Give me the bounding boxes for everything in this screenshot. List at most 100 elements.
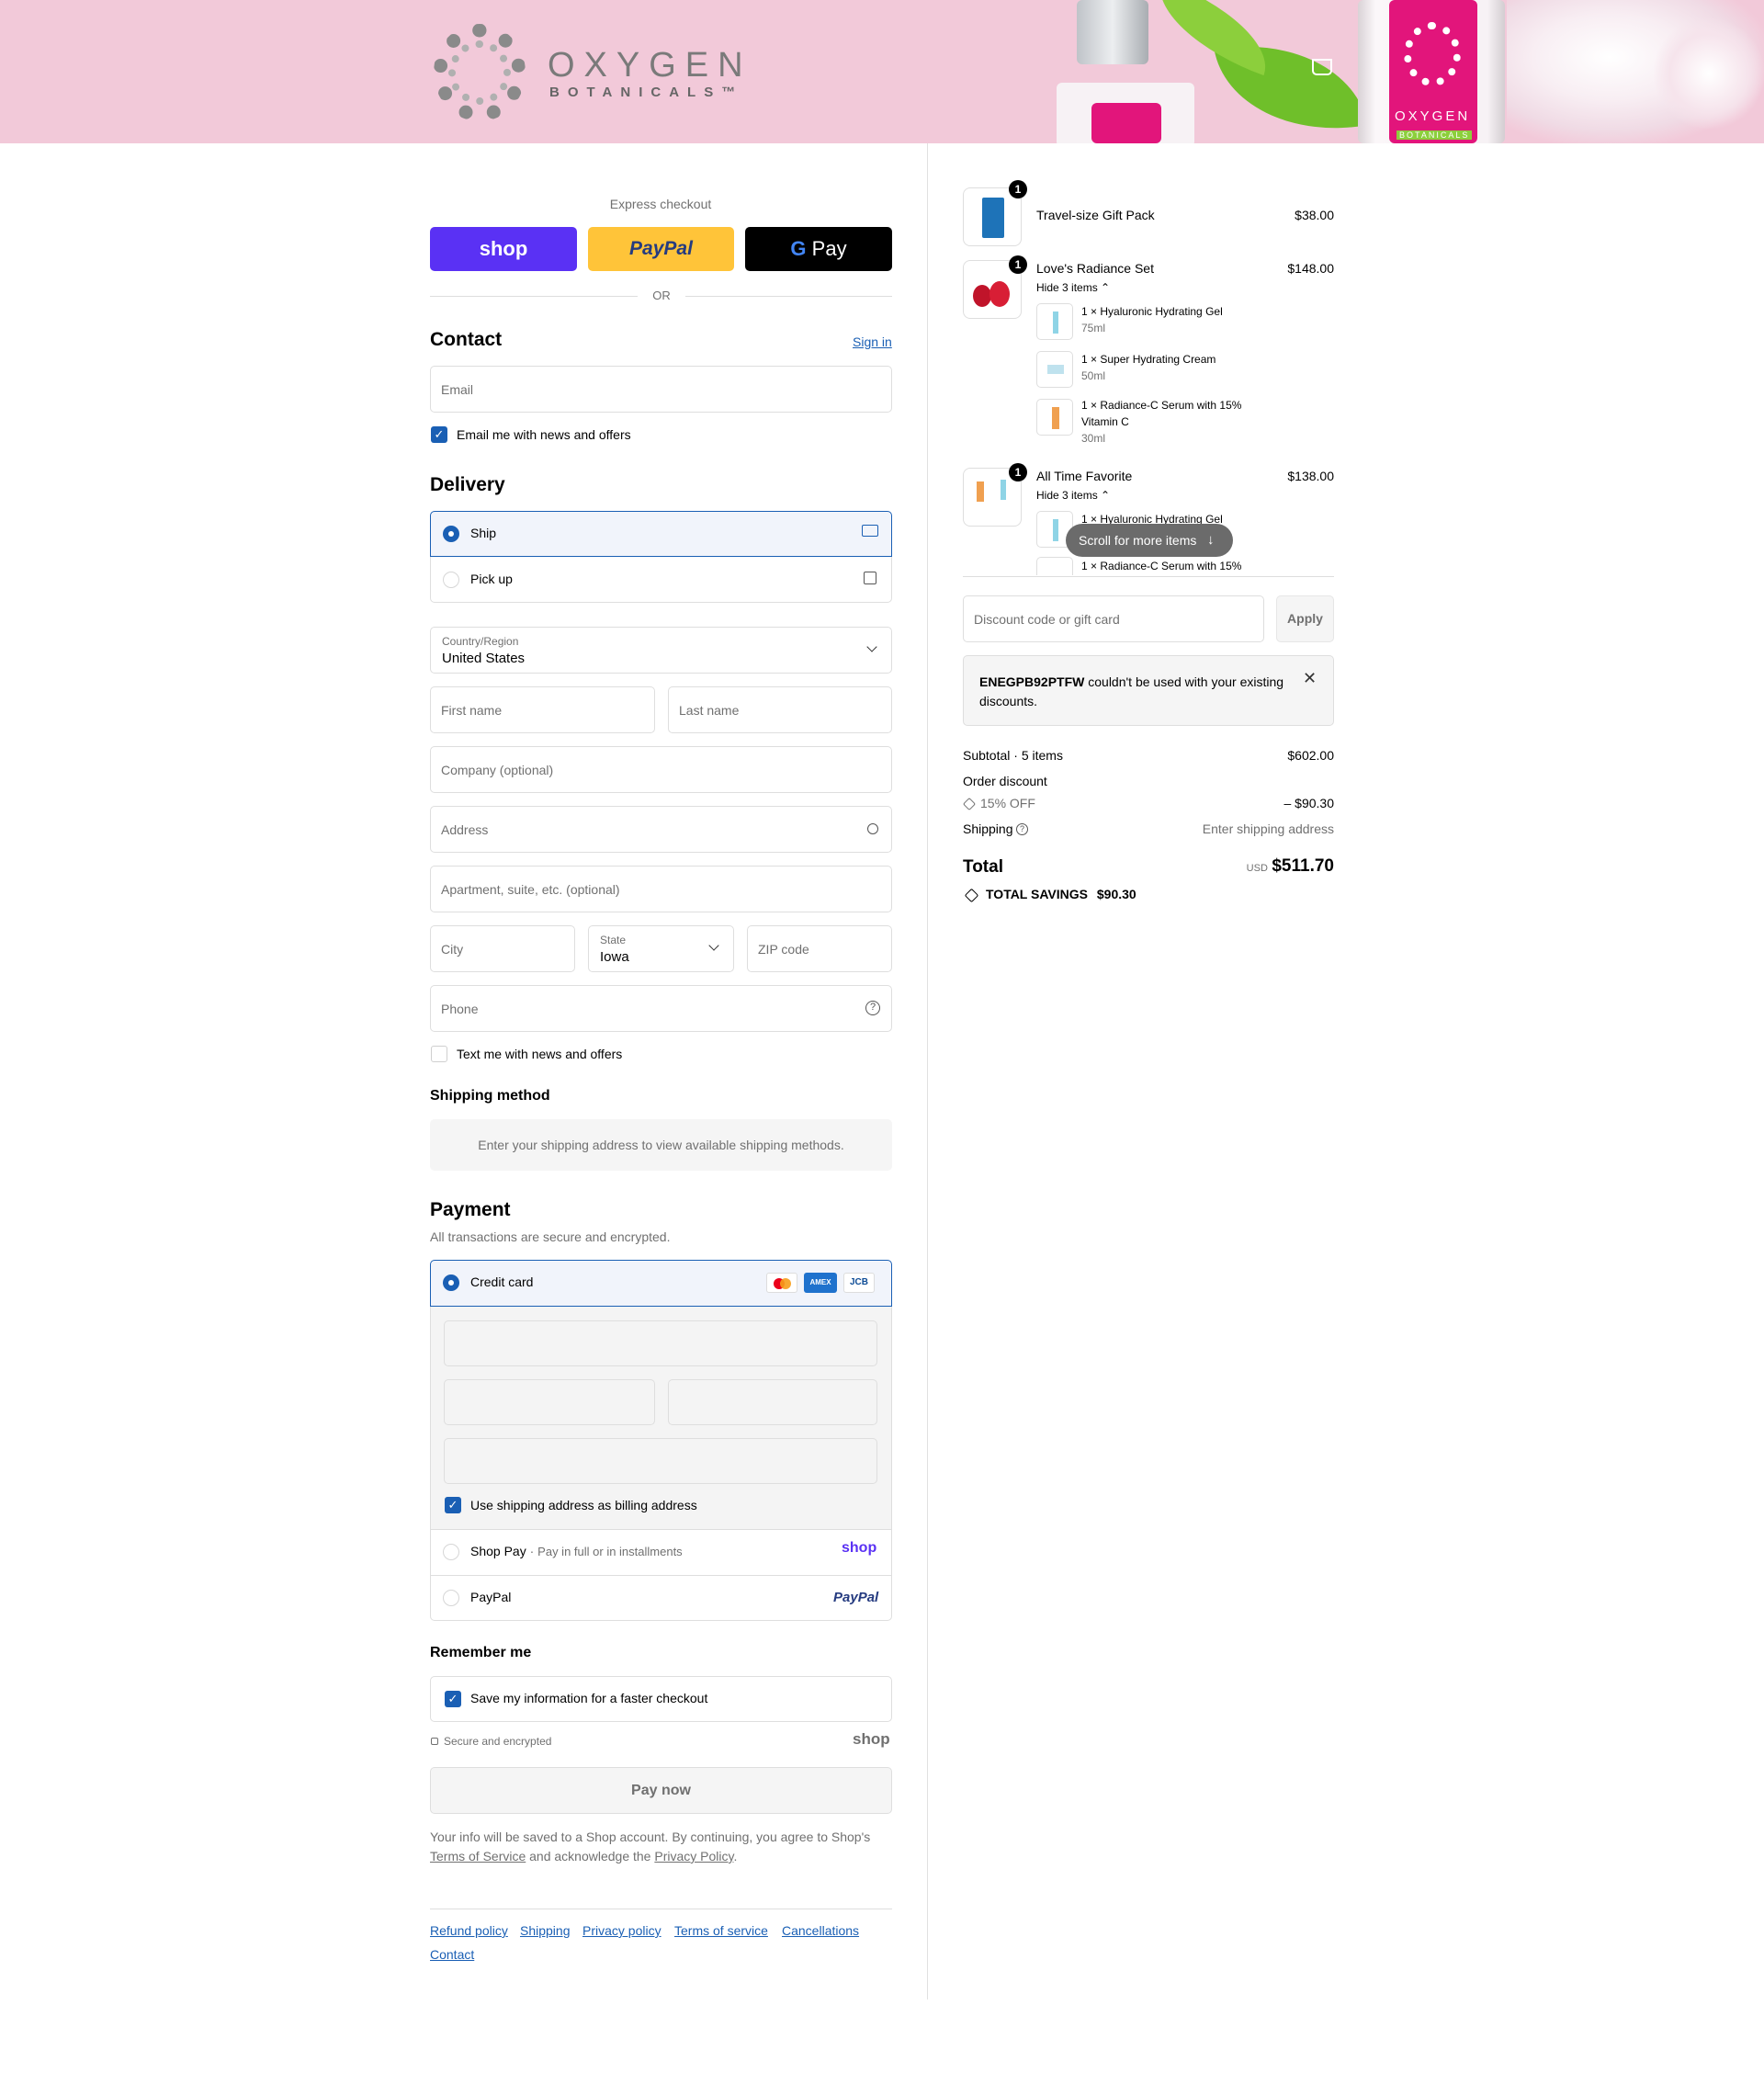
chevron-up-icon: ⌃	[1101, 489, 1111, 502]
brand-subname: BOTANICALS™	[549, 85, 744, 100]
credit-card-radio[interactable]	[443, 1274, 459, 1291]
phone-field[interactable]: Phone ?	[430, 985, 892, 1032]
paypal-radio[interactable]	[443, 1590, 459, 1606]
footer-refund-policy-link[interactable]: Refund policy	[430, 1923, 508, 1938]
card-expiry-field[interactable]	[444, 1379, 655, 1425]
pickup-radio[interactable]	[443, 572, 459, 588]
last-name-placeholder: Last name	[679, 702, 740, 718]
country-value: United States	[442, 651, 526, 666]
card-cvv-field[interactable]	[668, 1379, 877, 1425]
subitem-name: 1 × Super Hydrating Cream	[1081, 353, 1216, 366]
banner-bottle-pink-label	[1091, 103, 1161, 143]
first-name-field[interactable]: First name	[430, 686, 655, 733]
shop-pay-title: Shop Pay	[470, 1544, 526, 1558]
last-name-field[interactable]: Last name	[668, 686, 892, 733]
phone-placeholder: Phone	[441, 1001, 479, 1016]
shop-pay-express-button[interactable]: shop	[430, 227, 577, 271]
subitem-thumbnail	[1036, 557, 1073, 575]
google-pay-express-button[interactable]: G Pay	[745, 227, 892, 271]
paypal-logo: PayPal	[629, 238, 693, 259]
shop-pay-radio[interactable]	[443, 1544, 459, 1560]
total-value: $511.70	[1272, 856, 1334, 876]
close-icon[interactable]: ✕	[1303, 669, 1317, 688]
banner-bottle-silver	[1077, 0, 1148, 64]
city-field[interactable]: City	[430, 925, 575, 972]
email-field[interactable]: Email	[430, 366, 892, 413]
credit-card-label: Credit card	[470, 1274, 534, 1289]
chevron-down-icon	[866, 641, 877, 652]
footer-terms-of-service-link[interactable]: Terms of service	[674, 1923, 768, 1938]
card-number-field[interactable]	[444, 1320, 877, 1366]
truck-icon	[862, 525, 878, 537]
discount-error-text: ENEGPB92PTFW couldn't be used with your …	[979, 673, 1292, 711]
ship-radio[interactable]	[443, 526, 459, 542]
footer-privacy-policy-link[interactable]: Privacy policy	[582, 1923, 662, 1938]
amex-icon: AMEX	[804, 1273, 837, 1293]
paypal-logo: PayPal	[833, 1590, 879, 1605]
company-field[interactable]: Company (optional)	[430, 746, 892, 793]
banner-flower	[1654, 18, 1764, 129]
chevron-down-icon	[708, 940, 719, 951]
discount-error-code: ENEGPB92PTFW	[979, 674, 1085, 689]
legal-text-2: and acknowledge the	[529, 1849, 651, 1863]
subitem-image	[1053, 312, 1058, 334]
chevron-up-icon: ⌃	[1101, 281, 1111, 294]
privacy-policy-link[interactable]: Privacy Policy	[654, 1849, 733, 1863]
city-placeholder: City	[441, 941, 464, 957]
item-name: Love's Radiance Set	[1036, 261, 1154, 276]
zip-field[interactable]: ZIP code	[747, 925, 892, 972]
discount-name: 15% OFF	[980, 796, 1035, 810]
tag-icon	[962, 797, 977, 811]
item-price: $38.00	[1295, 208, 1334, 222]
apartment-field[interactable]: Apartment, suite, etc. (optional)	[430, 866, 892, 912]
hide-items-toggle[interactable]: Hide 3 items ⌃	[1036, 281, 1110, 294]
shop-logo: shop	[479, 237, 528, 260]
hide-items-toggle[interactable]: Hide 3 items ⌃	[1036, 489, 1110, 502]
discount-code-placeholder: Discount code or gift card	[974, 611, 1120, 627]
footer-contact-link[interactable]: Contact	[430, 1947, 474, 1962]
ship-option[interactable]	[430, 511, 892, 557]
quantity-badge: 1	[1009, 180, 1027, 198]
or-divider-text: OR	[652, 289, 671, 302]
save-info-label: Save my information for a faster checkou…	[470, 1691, 708, 1705]
discount-code-field[interactable]: Discount code or gift card	[963, 595, 1264, 642]
state-label: State	[600, 934, 627, 946]
footer-cancellations-link[interactable]: Cancellations	[782, 1923, 859, 1938]
footer-shipping-link[interactable]: Shipping	[520, 1923, 571, 1938]
scroll-hint-label: Scroll for more items	[1079, 533, 1197, 548]
text-news-checkbox[interactable]	[431, 1046, 447, 1062]
tag-icon	[964, 888, 979, 903]
brand-name[interactable]: OXYGEN	[548, 46, 752, 85]
address-placeholder: Address	[441, 821, 489, 837]
hide-items-label: Hide 3 items	[1036, 489, 1098, 502]
order-summary-scroll[interactable]: 1 Travel-size Gift Pack $38.00 1 Love's …	[963, 180, 1334, 575]
paypal-express-button[interactable]: PayPal	[588, 227, 734, 271]
subitem-thumbnail	[1036, 351, 1073, 388]
item-image-bottle	[977, 481, 984, 502]
shipping-label: Shipping	[963, 821, 1013, 836]
state-select[interactable]: State Iowa	[588, 925, 734, 972]
country-select[interactable]: Country/Region United States	[430, 627, 892, 674]
email-placeholder: Email	[441, 381, 474, 397]
email-news-checkbox[interactable]: ✓	[431, 426, 447, 443]
apply-discount-button[interactable]: Apply	[1276, 595, 1334, 642]
pay-now-button[interactable]: Pay now	[430, 1767, 892, 1814]
cart-icon[interactable]	[1312, 59, 1332, 75]
banner-leaf	[1142, 0, 1283, 76]
help-icon[interactable]: ?	[865, 1001, 880, 1015]
sign-in-link[interactable]: Sign in	[853, 334, 892, 349]
scroll-hint-pill[interactable]: Scroll for more items ↓	[1066, 524, 1233, 557]
subitem-name-line2: Vitamin C	[1081, 415, 1129, 428]
help-icon[interactable]: ?	[1016, 823, 1028, 835]
subitem-name: 1 × Radiance-C Serum with 15%	[1081, 399, 1242, 412]
hide-items-label: Hide 3 items	[1036, 281, 1098, 294]
terms-of-service-link[interactable]: Terms of Service	[430, 1849, 526, 1863]
shop-pay-dot: ·	[529, 1544, 535, 1558]
total-label: Total	[963, 857, 1003, 877]
lock-icon	[431, 1738, 438, 1745]
card-name-field[interactable]	[444, 1438, 877, 1484]
address-field[interactable]: Address	[430, 806, 892, 853]
mastercard-icon	[766, 1273, 797, 1293]
billing-same-checkbox[interactable]: ✓	[445, 1497, 461, 1513]
save-info-checkbox[interactable]: ✓	[445, 1691, 461, 1707]
